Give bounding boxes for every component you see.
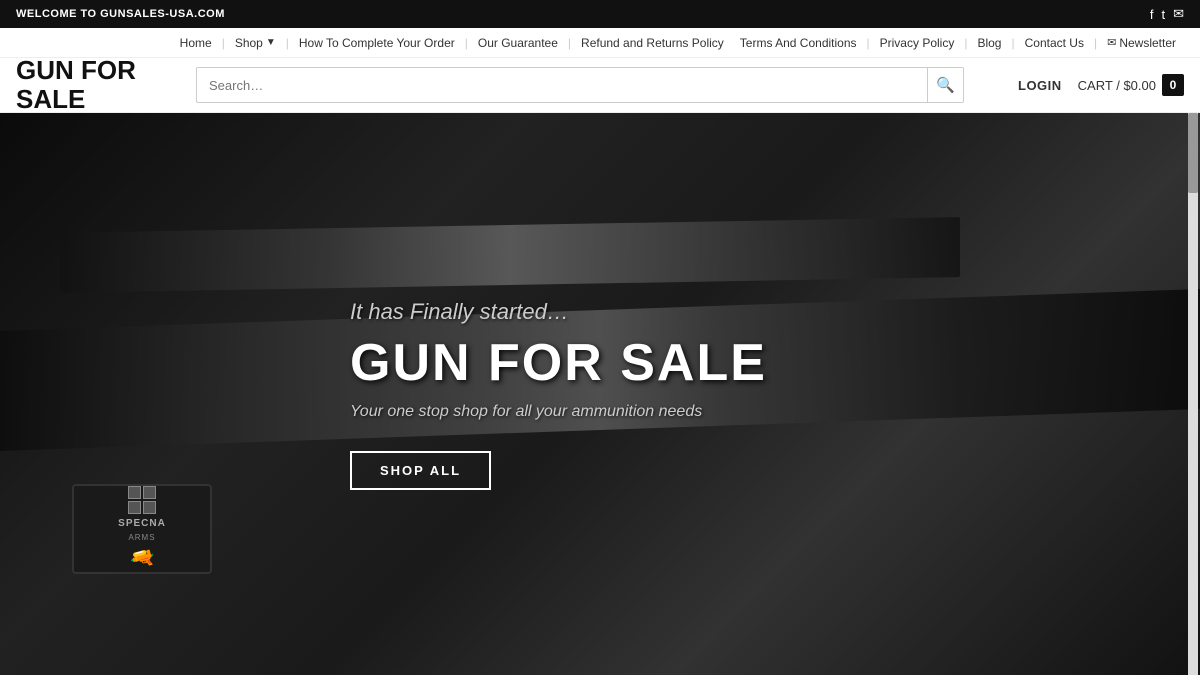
search-button[interactable]: 🔍 [927,67,963,103]
nav-shop[interactable]: Shop ▼ [235,36,276,50]
nav-home[interactable]: Home [180,36,212,50]
nav-privacy[interactable]: Privacy Policy [880,36,955,50]
nav-terms[interactable]: Terms And Conditions [740,36,857,50]
hero-subtitle: Your one stop shop for all your ammuniti… [350,403,702,421]
welcome-text: WELCOME TO GUNSALES-USA.COM [16,8,225,20]
scrollbar[interactable] [1188,113,1198,675]
nav-contact[interactable]: Contact Us [1025,36,1084,50]
search-icon: 🔍 [936,76,955,94]
envelope-icon: ✉ [1107,36,1116,49]
hero-title: GUN FOR SALE [350,337,767,389]
search-input[interactable] [197,78,927,93]
nav-blog[interactable]: Blog [977,36,1001,50]
search-bar: 🔍 [196,67,964,103]
cart-count-badge: 0 [1162,74,1184,96]
nav-newsletter[interactable]: ✉ Newsletter [1107,35,1176,50]
twitter-icon[interactable]: t [1161,7,1165,22]
top-bar: WELCOME TO GUNSALES-USA.COM f t ✉ [0,0,1200,28]
hero-content: It has Finally started… GUN FOR SALE You… [0,113,1200,675]
site-header: GUN FOR SALE 🔍 LOGIN CART / $0.00 0 [0,58,1200,113]
main-navigation: Home | Shop ▼ | How To Complete Your Ord… [0,28,1200,58]
nav-guarantee[interactable]: Our Guarantee [478,36,558,50]
hero-tagline: It has Finally started… [350,299,569,325]
nav-how-to[interactable]: How To Complete Your Order [299,36,455,50]
social-icons: f t ✉ [1150,6,1184,22]
cart-button[interactable]: CART / $0.00 0 [1078,74,1184,96]
chevron-down-icon: ▼ [266,37,276,48]
header-actions: LOGIN CART / $0.00 0 [984,74,1184,96]
login-button[interactable]: LOGIN [1018,78,1062,93]
site-logo: GUN FOR SALE [16,56,176,113]
shop-all-button[interactable]: SHOP ALL [350,451,491,490]
facebook-icon[interactable]: f [1150,7,1154,22]
cart-label: CART / $0.00 [1078,78,1156,93]
hero-section: SPECNA ARMS 🔫 It has Finally started… GU… [0,113,1200,675]
email-icon[interactable]: ✉ [1173,6,1184,22]
nav-refund[interactable]: Refund and Returns Policy [581,36,724,50]
scroll-thumb [1188,113,1198,193]
